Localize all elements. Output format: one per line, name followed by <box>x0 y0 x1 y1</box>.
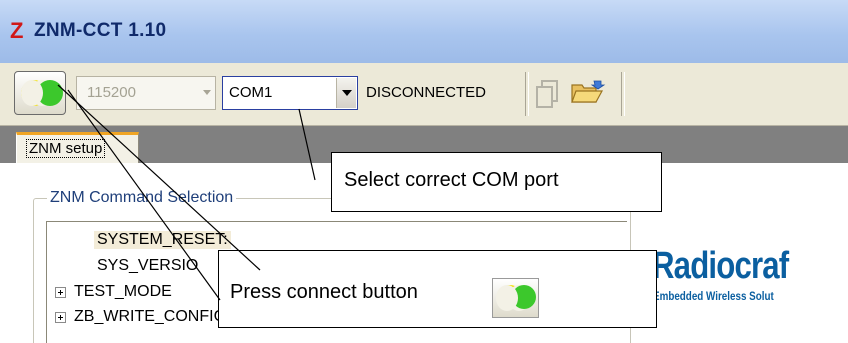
callout-text: Press connect button <box>230 281 418 303</box>
com-port-value: COM1 <box>229 84 273 101</box>
chevron-down-icon <box>203 90 211 95</box>
tab-label: ZNM setup <box>25 139 106 158</box>
callout-press-connect: Press connect button <box>218 250 657 328</box>
expand-plus-icon[interactable] <box>55 287 66 298</box>
brand-tagline: Embedded Wireless Solut <box>653 289 774 303</box>
connection-status: DISCONNECTED <box>366 84 487 101</box>
com-port-select[interactable]: COM1 <box>222 76 358 110</box>
tree-item-label: TEST_MODE <box>74 283 172 300</box>
tab-znm-setup[interactable]: ZNM setup <box>16 132 139 163</box>
connect-button[interactable] <box>14 71 66 115</box>
brand-panel: Radiocraf Embedded Wireless Solut <box>630 163 848 343</box>
baud-rate-select[interactable]: 115200 <box>76 76 216 110</box>
tree-item-label: SYS_VERSIO <box>97 257 199 274</box>
open-folder-icon[interactable] <box>570 79 606 105</box>
toolbar-divider <box>525 72 529 116</box>
toolbar: 115200 COM1 DISCONNECTED <box>0 63 848 126</box>
tree-item-label: SYSTEM_RESET: <box>94 231 231 249</box>
command-selection-label: ZNM Command Selection <box>47 189 237 207</box>
toolbar-divider <box>621 72 625 116</box>
connect-moon-green-icon <box>21 80 63 106</box>
connect-moon-icon <box>492 278 539 318</box>
brand-logo: Radiocraf <box>652 245 789 287</box>
app-window: Z ZNM-CCT 1.10 115200 COM1 DISCONNECTED … <box>0 0 848 343</box>
callout-select-com-port: Select correct COM port <box>331 152 662 212</box>
title-bar: Z ZNM-CCT 1.10 <box>0 0 848 63</box>
copy-icon[interactable] <box>536 80 558 108</box>
window-title: ZNM-CCT 1.10 <box>34 20 167 41</box>
com-port-dropdown-button[interactable] <box>336 78 356 108</box>
expand-plus-icon[interactable] <box>55 312 66 323</box>
app-logo: Z <box>10 18 24 43</box>
baud-rate-value: 115200 <box>87 84 136 101</box>
callout-text: Select correct COM port <box>344 169 559 191</box>
connect-moon-green-icon <box>496 285 536 311</box>
